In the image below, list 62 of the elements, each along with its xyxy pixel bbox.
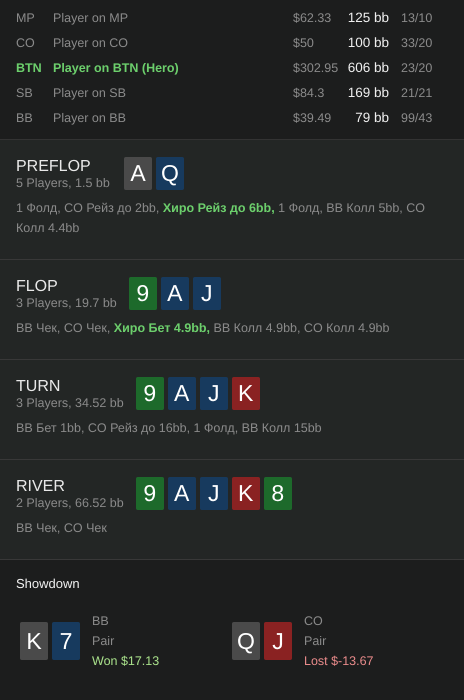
hand-result: Won $17.13 (92, 653, 160, 670)
position-label: MP (16, 10, 36, 24)
position-label: CO (304, 613, 324, 630)
hand-rank: Pair (92, 633, 116, 650)
action-summary: BB Бет 1bb, CO Рейз до 16bb, 1 Фолд, BB Колл 15bb (16, 420, 323, 437)
street-title: TURN (16, 378, 62, 396)
street-title: PREFLOP (16, 158, 92, 176)
hand-result: Lost $-13.67 (304, 653, 374, 670)
playing-card: 7 (52, 622, 80, 660)
playing-card: 8 (264, 477, 292, 510)
player-name: Player on SB (53, 86, 127, 100)
playing-card: K (232, 377, 260, 410)
stack-bb: 125 bb (346, 10, 389, 25)
action-summary: BB Чек, CO Чек (16, 520, 108, 537)
position-label: BB (92, 613, 110, 630)
player-name: Player on BB (53, 110, 127, 124)
stack-bb: 169 bb (346, 85, 389, 100)
player-stats: 99/43 (401, 110, 432, 124)
playing-card: 9 (128, 277, 157, 310)
playing-card: K (20, 622, 48, 660)
playing-card: K (232, 477, 260, 510)
street-info: 3 Players, 19.7 bb (16, 296, 117, 310)
player-name: Player on MP (53, 10, 130, 24)
playing-card: J (192, 277, 221, 310)
street-info: 5 Players, 1.5 bb (16, 176, 111, 190)
stack-amount: $50 (293, 36, 315, 50)
player-stats: 13/10 (401, 10, 432, 24)
playing-card: A (168, 377, 196, 410)
playing-card: A (168, 477, 196, 510)
playing-card: 9 (136, 377, 164, 410)
position-label: BTN (16, 60, 43, 74)
playing-card: A (160, 277, 189, 310)
street-info: 2 Players, 66.52 bb (16, 496, 124, 510)
position-label: CO (16, 36, 36, 50)
stack-amount: $84.3 (293, 86, 326, 100)
street-title: FLOP (16, 278, 59, 296)
playing-card: J (200, 477, 228, 510)
playing-card: Q (156, 157, 184, 190)
player-name: Player on BTN (Hero) (53, 60, 180, 74)
playing-card: Q (232, 622, 260, 660)
stack-amount: $39.49 (293, 110, 332, 124)
player-stats: 23/20 (401, 60, 432, 74)
playing-card: A (124, 157, 152, 190)
showdown-title: Showdown (16, 576, 81, 591)
player-name: Player on CO (53, 36, 130, 50)
street-info: 3 Players, 34.52 bb (16, 396, 124, 410)
action-summary: 1 Фолд, CO Рейз до 2bb, Хиро Рейз до 6bb, 1 Фолд, BB Колл 5bb, CO Колл 4.4bb (16, 200, 426, 237)
stack-bb: 100 bb (346, 35, 389, 50)
stack-amount: $62.33 (293, 10, 332, 24)
stack-amount: $302.95 (293, 60, 340, 74)
stack-bb: 606 bb (346, 60, 389, 75)
playing-card: 9 (136, 477, 164, 510)
street-title: RIVER (16, 478, 66, 496)
playing-card: J (200, 377, 228, 410)
stack-bb: 79 bb (354, 110, 389, 125)
position-label: SB (16, 86, 34, 100)
playing-card: J (264, 622, 292, 660)
player-stats: 21/21 (401, 86, 432, 100)
player-stats: 33/20 (401, 36, 432, 50)
hand-rank: Pair (304, 633, 328, 650)
action-summary: BB Чек, CO Чек, Хиро Бет 4.9bb, BB Колл 4.9bb, CO Колл 4.9bb (16, 320, 390, 337)
position-label: BB (16, 110, 34, 124)
